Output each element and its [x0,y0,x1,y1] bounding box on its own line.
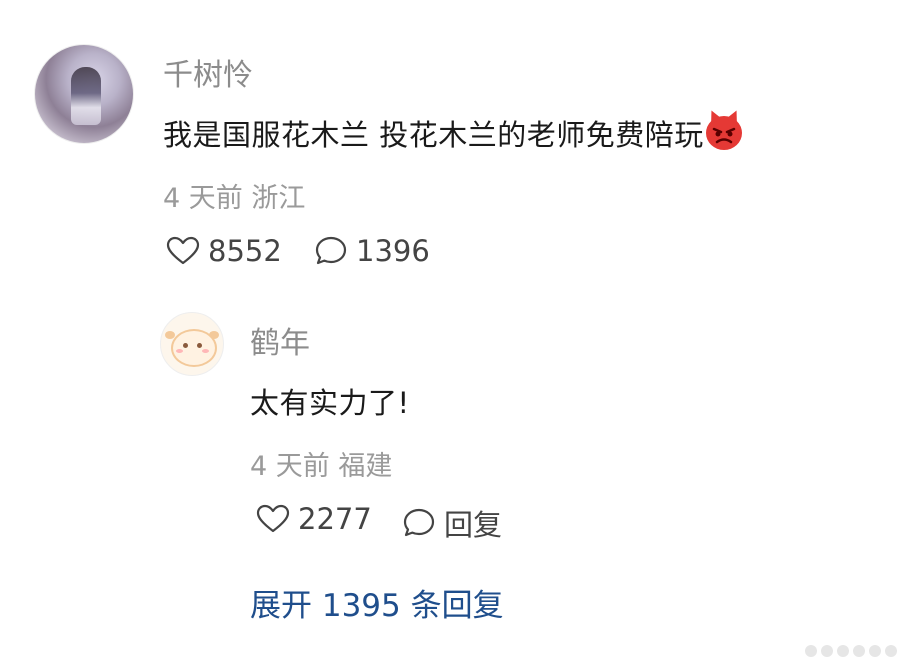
comment-bubble-icon [315,236,347,265]
commenter-name[interactable]: 千树怜 [163,50,253,94]
replier-name[interactable]: 鹤年 [250,318,310,362]
comment-bubble-icon [403,508,435,537]
reply-reply-label: 回复 [444,508,503,542]
reply-like-count: 2277 [298,502,372,536]
sheep-cheek-left [176,349,183,353]
reply-reply-button[interactable]: 回复 [402,502,502,544]
expand-replies-link[interactable]: 展开 1395 条回复 [250,580,504,625]
heart-icon [256,504,290,533]
reply-text: 太有实力了! [250,386,410,420]
comment-time-location: 4 天前 浙江 [163,183,306,214]
sheep-eye-right [197,343,202,348]
comment-reply-button[interactable]: 1396 [314,234,430,268]
comment-reply-count: 1396 [356,234,430,268]
commenter-avatar[interactable] [34,44,134,144]
comment-like-button[interactable]: 8552 [166,234,282,268]
avatar-figure [71,67,101,125]
sheep-eye-left [183,343,188,348]
sheep-face [171,329,217,367]
reply-time-location: 4 天前 福建 [250,451,393,482]
watermark-dots [805,645,897,657]
heart-icon [166,236,200,265]
comment-text-row: 我是国服花木兰 投花木兰的老师免费陪玩 [163,112,742,154]
comment-like-count: 8552 [208,234,282,268]
sheep-cheek-right [202,349,209,353]
replier-avatar[interactable] [160,312,224,376]
comment-text: 我是国服花木兰 投花木兰的老师免费陪玩 [163,118,704,152]
angry-devil-emoji-icon [705,116,742,150]
reply-like-button[interactable]: 2277 [256,502,372,536]
